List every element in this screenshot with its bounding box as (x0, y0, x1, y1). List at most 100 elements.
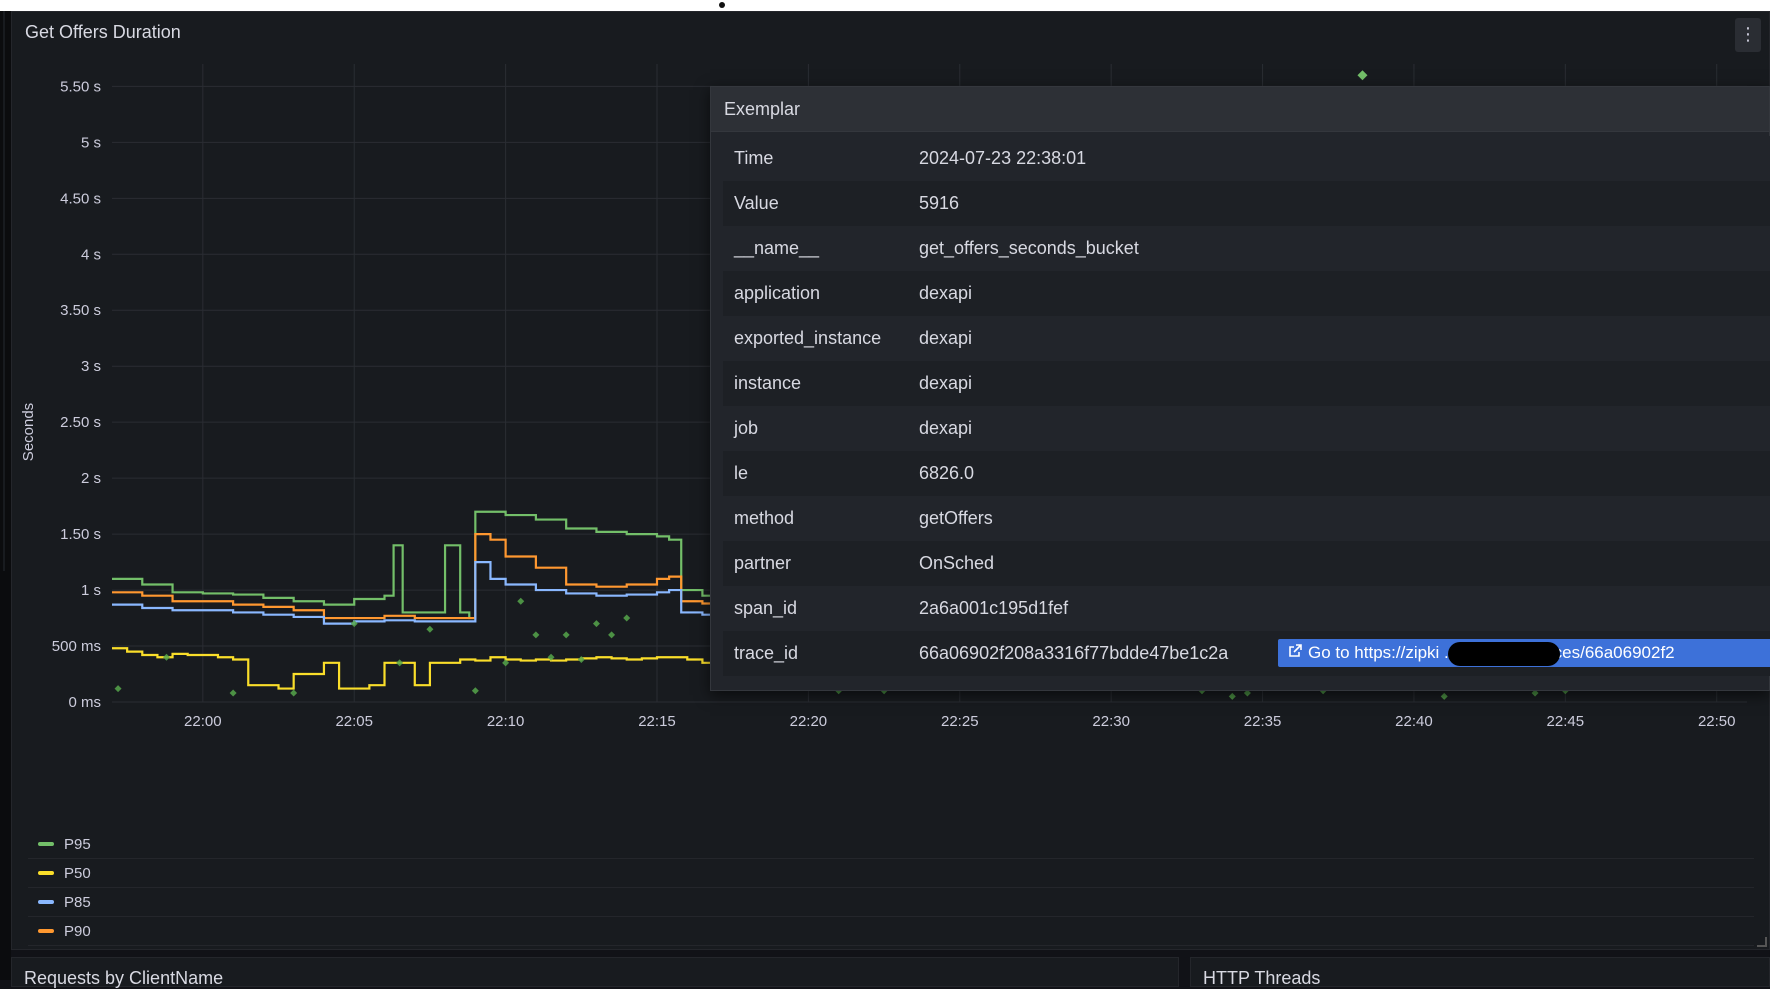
exemplar-point[interactable] (396, 659, 404, 667)
exemplar-point[interactable] (562, 631, 570, 639)
label-key: instance (734, 373, 802, 393)
table-row: instance dexapi (723, 361, 1770, 406)
label-value: getOffers (919, 508, 993, 528)
x-tick-label: 22:35 (1244, 713, 1282, 730)
legend-swatch (38, 900, 54, 904)
table-row: Time 2024-07-23 22:38:01 (723, 136, 1770, 181)
left-gutter (0, 11, 11, 980)
table-row: le 6826.0 (723, 451, 1770, 496)
x-tick-label: 22:00 (184, 713, 222, 730)
exemplar-point[interactable] (471, 687, 479, 695)
y-tick-label: 5 s (81, 134, 101, 151)
drag-handle-icon[interactable] (719, 2, 725, 8)
http-threads-panel: HTTP Threads (1190, 957, 1770, 989)
label-value: dexapi (919, 283, 973, 303)
legend-item-p95[interactable]: P95 (28, 830, 1754, 859)
y-tick-label: 5.50 s (60, 78, 101, 95)
y-tick-label: 1 s (81, 582, 101, 599)
label-value: 5916 (919, 193, 960, 213)
exemplar-point[interactable] (608, 631, 616, 639)
label-key: span_id (734, 598, 798, 618)
x-tick-label: 22:30 (1092, 713, 1130, 730)
legend-item-p50[interactable]: P50 (28, 859, 1754, 888)
resize-handle-icon[interactable] (1757, 937, 1767, 947)
label-key: job (734, 418, 759, 438)
table-row: method getOffers (723, 496, 1770, 541)
label-key: exported_instance (734, 328, 882, 348)
redaction-mark (1448, 642, 1560, 666)
y-axis-label: Seconds (20, 403, 37, 461)
label-key: trace_id (734, 643, 799, 663)
exemplar-point[interactable] (532, 631, 540, 639)
tooltip-title: Exemplar (711, 87, 1769, 132)
exemplar-point[interactable] (1440, 692, 1448, 700)
legend-label: P85 (64, 893, 91, 911)
label-value: 2024-07-23 22:38:01 (919, 148, 1087, 168)
label-value: 66a06902f208a3316f77bdde47be1c2a (919, 643, 1229, 663)
y-tick-label: 2 s (81, 470, 101, 487)
external-link-icon (1288, 639, 1302, 667)
y-tick-label: 0 ms (68, 694, 101, 711)
requests-by-clientname-panel: Requests by ClientName (11, 957, 1179, 989)
x-tick-label: 22:20 (790, 713, 828, 730)
legend-label: P90 (64, 922, 91, 940)
legend: P95 P50 P85 P90 (28, 830, 1754, 946)
legend-item-p85[interactable]: P85 (28, 888, 1754, 917)
label-value: dexapi (919, 418, 973, 438)
top-bar (0, 0, 1770, 11)
y-tick-label: 2.50 s (60, 414, 101, 431)
y-tick-label: 4.50 s (60, 190, 101, 207)
table-row: job dexapi (723, 406, 1770, 451)
exemplar-point[interactable] (426, 625, 434, 633)
table-row: Value 5916 (723, 181, 1770, 226)
x-tick-label: 22:15 (638, 713, 676, 730)
label-value: dexapi (919, 373, 973, 393)
adjacent-panel-strip (3, 11, 5, 571)
exemplar-label-table: Time 2024-07-23 22:38:01 Value 5916 __name… (723, 136, 1770, 676)
exemplar-point[interactable] (1228, 692, 1236, 700)
legend-item-p90[interactable]: P90 (28, 917, 1754, 946)
panel-title[interactable]: HTTP Threads (1203, 968, 1320, 989)
x-tick-label: 22:25 (941, 713, 979, 730)
y-tick-label: 1.50 s (60, 526, 101, 543)
exemplar-point[interactable] (114, 685, 122, 693)
label-key: application (734, 283, 821, 303)
label-key: partner (734, 553, 792, 573)
legend-label: P50 (64, 864, 91, 882)
y-tick-label: 4 s (81, 246, 101, 263)
exemplar-point[interactable] (163, 653, 170, 661)
exemplar-point[interactable] (1357, 70, 1368, 81)
y-tick-label: 500 ms (52, 638, 101, 655)
exemplar-point[interactable] (290, 689, 298, 697)
x-tick-label: 22:50 (1698, 713, 1736, 730)
x-tick-label: 22:45 (1547, 713, 1585, 730)
legend-swatch (38, 842, 54, 846)
exemplar-point[interactable] (623, 614, 631, 622)
legend-swatch (38, 871, 54, 875)
legend-label: P95 (64, 835, 91, 853)
exemplar-point[interactable] (229, 689, 237, 697)
label-value: 6826.0 (919, 463, 975, 483)
exemplar-point[interactable] (577, 655, 585, 663)
x-tick-label: 22:10 (487, 713, 525, 730)
x-tick-label: 22:05 (335, 713, 373, 730)
label-value: dexapi (919, 328, 973, 348)
label-key: Value (734, 193, 779, 213)
table-row: exported_instance dexapi (723, 316, 1770, 361)
label-value: 2a6a001c195d1fef (919, 598, 1069, 618)
table-row: span_id 2a6a001c195d1fef (723, 586, 1770, 631)
label-key: Time (734, 148, 774, 168)
exemplar-tooltip: Exemplar Time 2024-07-23 22:38:01 Value 59… (710, 86, 1770, 691)
label-value: get_offers_seconds_bucket (919, 238, 1139, 258)
label-key: le (734, 463, 749, 483)
y-tick-label: 3.50 s (60, 302, 101, 319)
table-row: application dexapi (723, 271, 1770, 316)
exemplar-point[interactable] (592, 620, 600, 628)
panel-title[interactable]: Requests by ClientName (24, 968, 223, 989)
table-row: partner OnSched (723, 541, 1770, 586)
exemplar-point[interactable] (517, 597, 525, 605)
zipkin-trace-link[interactable]: Go to https://zipki .com/zipkin/traces/6… (1278, 639, 1770, 667)
label-key: method (734, 508, 795, 528)
y-tick-label: 3 s (81, 358, 101, 375)
table-row: __name__ get_offers_seconds_bucket (723, 226, 1770, 271)
